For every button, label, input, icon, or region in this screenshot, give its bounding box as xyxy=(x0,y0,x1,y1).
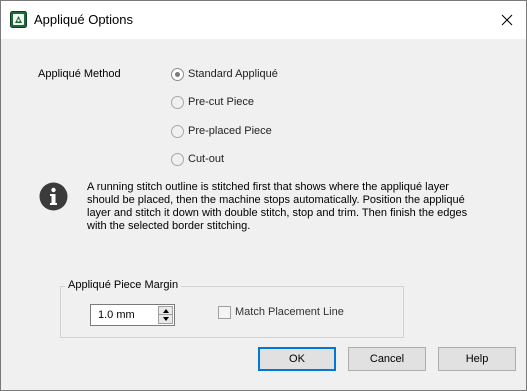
margin-value[interactable]: 1.0 mm xyxy=(98,309,135,321)
radio-pre-cut-piece[interactable]: Pre-cut Piece xyxy=(171,94,254,110)
help-button[interactable]: Help xyxy=(438,347,516,371)
margin-spinbox[interactable]: 1.0 mm xyxy=(90,304,175,326)
description-text: A running stitch outline is stitched fir… xyxy=(87,181,517,233)
description-line: with the selected border stitching. xyxy=(87,220,251,232)
description-line: should be placed, then the machine stops… xyxy=(87,194,465,206)
match-placement-line-checkbox[interactable]: Match Placement Line xyxy=(218,304,344,320)
title-bar[interactable]: Appliqué Options xyxy=(1,1,526,39)
radio-label: Standard Appliqué xyxy=(188,68,278,80)
radio-label: Cut-out xyxy=(188,153,225,165)
cancel-button[interactable]: Cancel xyxy=(348,347,426,371)
radio-button[interactable] xyxy=(171,95,184,109)
spin-down-button[interactable] xyxy=(159,315,172,323)
radio-button[interactable] xyxy=(171,67,184,81)
radio-pre-placed-piece[interactable]: Pre-placed Piece xyxy=(171,123,272,139)
info-icon xyxy=(39,182,68,211)
ok-button[interactable]: OK xyxy=(258,347,336,371)
window-title: Appliqué Options xyxy=(34,12,134,27)
close-icon xyxy=(501,14,513,26)
applique-options-dialog: Appliqué Options Appliqué Method Standar… xyxy=(0,0,527,391)
spin-buttons xyxy=(158,306,173,324)
arrow-up-icon xyxy=(162,308,169,313)
radio-label: Pre-placed Piece xyxy=(188,125,272,137)
applique-method-label: Appliqué Method xyxy=(38,68,121,80)
checkbox-label: Match Placement Line xyxy=(235,306,344,318)
radio-button[interactable] xyxy=(171,124,184,138)
spin-up-button[interactable] xyxy=(159,307,172,315)
radio-cut-out[interactable]: Cut-out xyxy=(171,151,224,167)
radio-label: Pre-cut Piece xyxy=(188,96,255,108)
checkbox[interactable] xyxy=(218,305,231,319)
close-button[interactable] xyxy=(494,7,520,33)
radio-standard-applique[interactable]: Standard Appliqué xyxy=(171,66,278,82)
radio-button[interactable] xyxy=(171,152,184,166)
arrow-down-icon xyxy=(162,317,169,321)
piece-margin-group-label: Appliqué Piece Margin xyxy=(65,279,182,291)
description-line: A running stitch outline is stitched fir… xyxy=(87,181,449,193)
description-line: layer and stitch it down with double sti… xyxy=(87,207,468,219)
applique-app-icon xyxy=(10,11,27,28)
